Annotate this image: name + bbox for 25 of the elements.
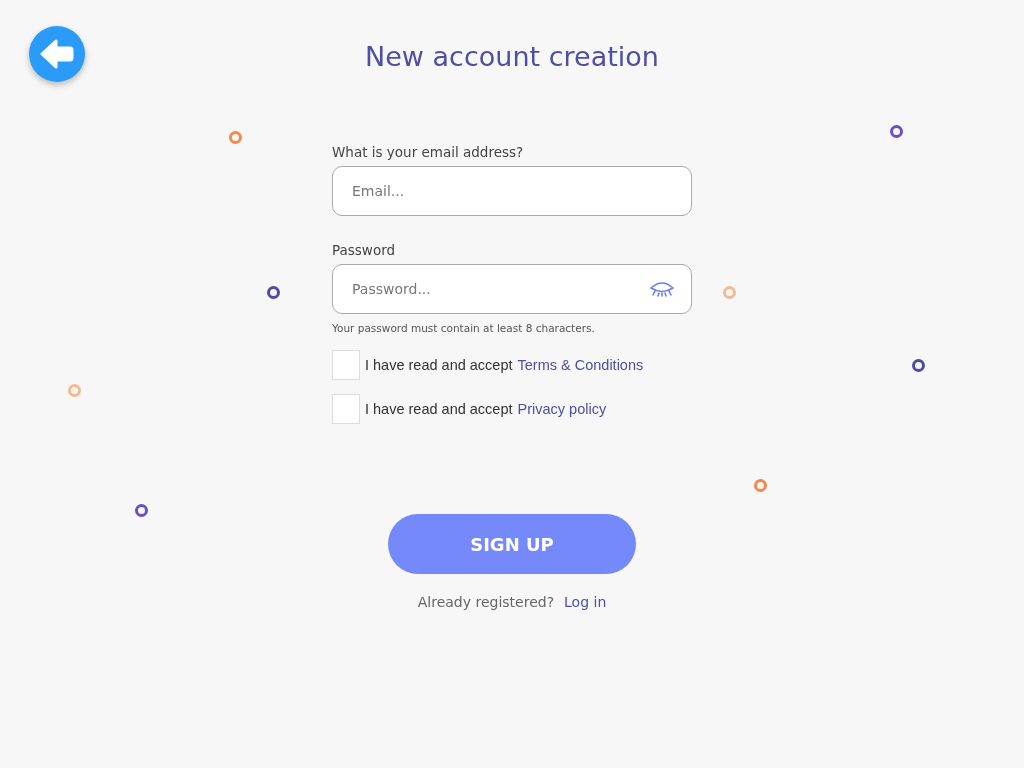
decoration-ring — [267, 286, 280, 299]
field-label: What is your email address? — [332, 144, 525, 160]
checkbox[interactable] — [332, 350, 360, 380]
page-title: New account creation — [365, 41, 659, 72]
decoration-ring — [723, 286, 736, 299]
agreement-text: I have read and accept — [365, 357, 513, 373]
decoration-ring — [912, 359, 925, 372]
email-field[interactable]: Email... — [332, 166, 692, 216]
agreement-text: I have read and accept — [365, 401, 513, 417]
arrow-left-icon — [40, 39, 74, 69]
login-prompt: Already registered? — [417, 594, 555, 610]
decoration-ring — [135, 504, 148, 517]
password-field[interactable]: Password... — [332, 264, 692, 314]
agreement-link[interactable]: Terms & Conditions — [517, 357, 644, 373]
field-label: Password — [332, 242, 397, 258]
back-button[interactable] — [29, 26, 85, 82]
eye-closed-icon[interactable] — [649, 281, 675, 297]
decoration-ring — [890, 125, 903, 138]
decoration-ring — [754, 479, 767, 492]
agreement-link[interactable]: Privacy policy — [517, 401, 607, 417]
decoration-ring — [68, 384, 81, 397]
decoration-ring — [229, 131, 242, 144]
login-link[interactable]: Log in — [564, 594, 607, 610]
password-hint: Your password must contain at least 8 characters. — [332, 322, 596, 334]
checkbox[interactable] — [332, 394, 360, 424]
